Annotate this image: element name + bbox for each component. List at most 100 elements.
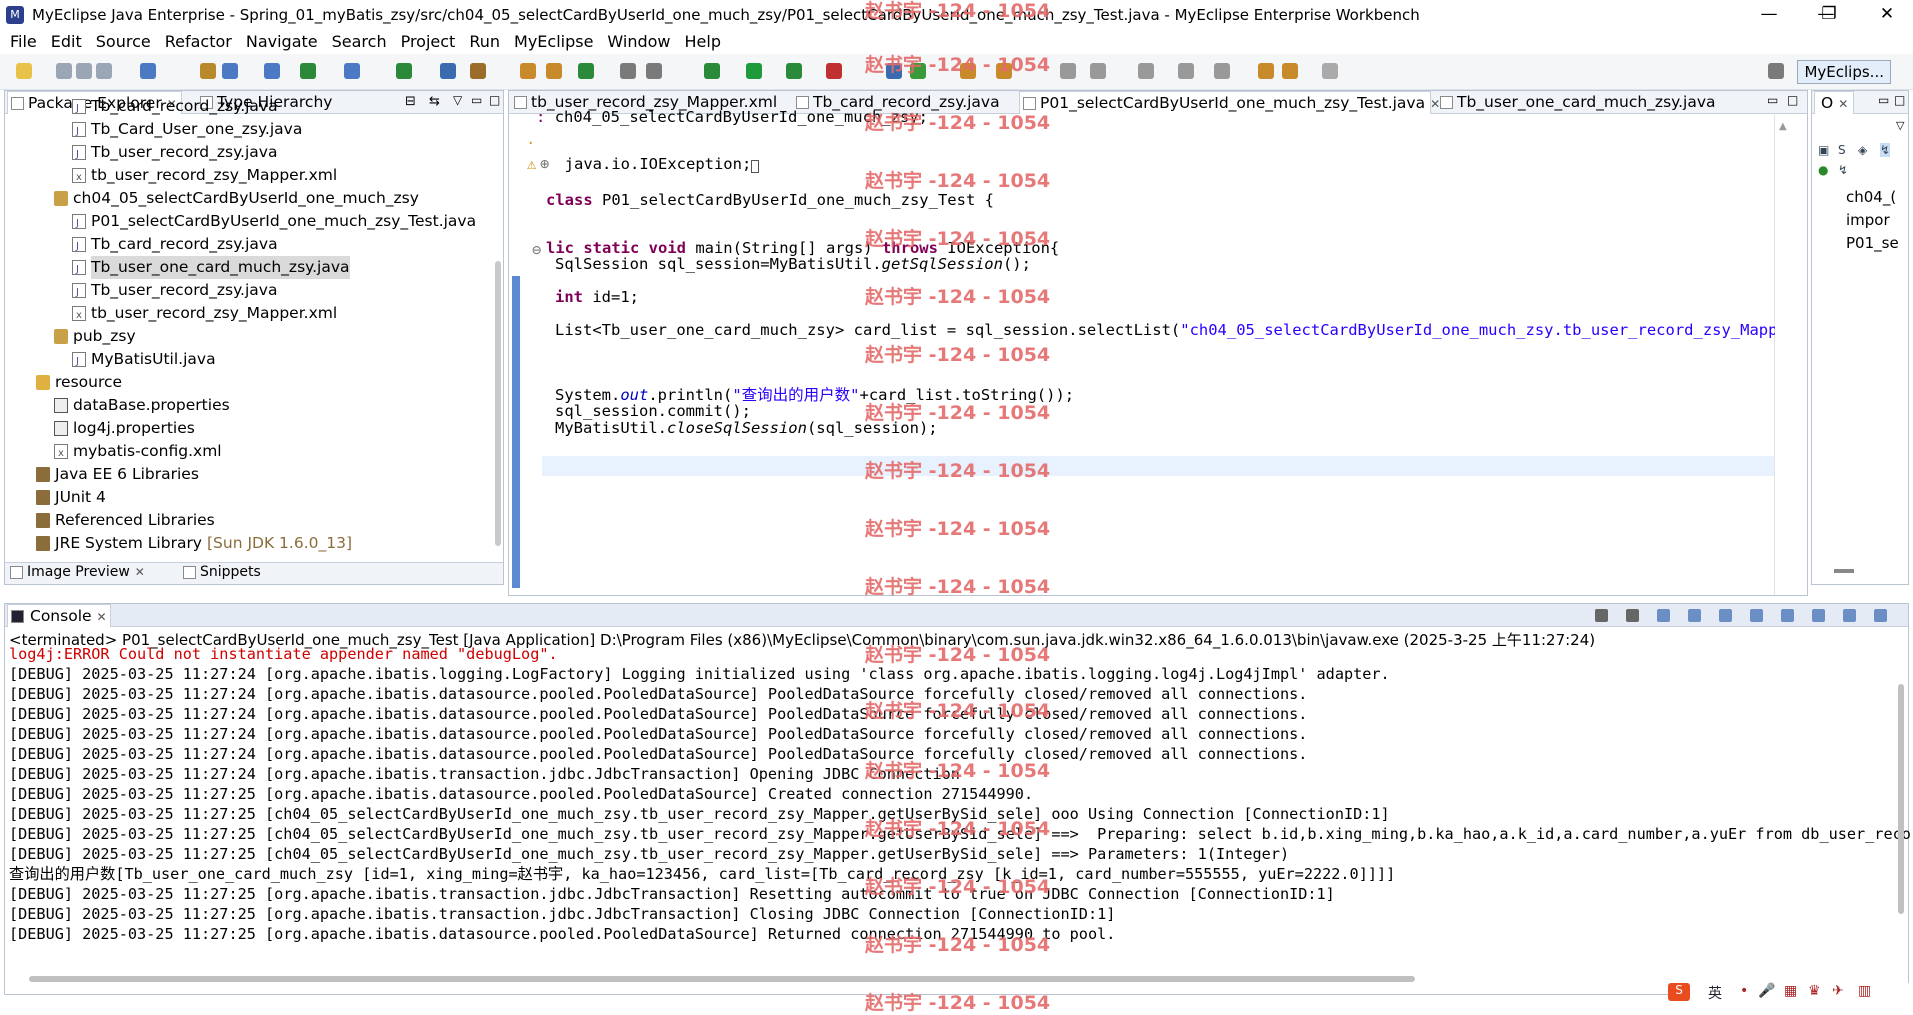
open-task-icon[interactable] bbox=[960, 63, 976, 79]
tree-item[interactable]: Tb_user_record_zsy.java bbox=[72, 279, 277, 304]
minimize-editor-icon[interactable]: ▭ bbox=[1767, 93, 1778, 107]
tree-item[interactable]: Tb_card_record_zsy.java bbox=[72, 233, 278, 258]
tree-item[interactable]: MyBatisUtil.java bbox=[72, 348, 216, 373]
tree-item[interactable]: P01_selectCardByUserId_one_much_zsy_Test… bbox=[72, 210, 476, 235]
hide-nonpublic-icon[interactable]: ◈ bbox=[1858, 143, 1867, 157]
menu-refactor[interactable]: Refactor bbox=[165, 32, 232, 51]
hide-static-icon[interactable]: S bbox=[1838, 143, 1846, 157]
open-type-icon[interactable] bbox=[200, 63, 216, 79]
print-icon[interactable] bbox=[96, 63, 112, 79]
deploy-icon[interactable] bbox=[396, 63, 412, 79]
back-icon[interactable] bbox=[1282, 63, 1298, 79]
pin-icon[interactable] bbox=[1138, 63, 1154, 79]
maximize-editor-icon[interactable]: □ bbox=[1787, 93, 1798, 107]
keyboard-icon[interactable]: ▦ bbox=[1784, 983, 1797, 999]
run-icon[interactable] bbox=[746, 63, 762, 79]
menu-file[interactable]: File bbox=[10, 32, 37, 51]
ime-language-label[interactable]: 英 bbox=[1708, 983, 1722, 1003]
perspective-myeclipse-button[interactable]: MyEclips... bbox=[1797, 60, 1891, 84]
prev-annotation-icon[interactable] bbox=[1214, 63, 1230, 79]
minimize-view-icon[interactable]: ▭ bbox=[471, 93, 482, 107]
outline-item[interactable]: impor bbox=[1846, 211, 1908, 229]
link-icon[interactable]: ↯ bbox=[1838, 163, 1848, 177]
perspective-open-icon[interactable] bbox=[1768, 63, 1784, 79]
save-all-icon[interactable] bbox=[76, 63, 92, 79]
menu-project[interactable]: Project bbox=[401, 32, 456, 51]
menu-icon[interactable]: ▥ bbox=[1858, 983, 1871, 999]
menu-edit[interactable]: Edit bbox=[51, 32, 82, 51]
fold-collapse-icon[interactable]: ⊖ bbox=[532, 240, 541, 260]
menu-source[interactable]: Source bbox=[96, 32, 151, 51]
new-package-icon[interactable] bbox=[546, 63, 562, 79]
save-icon[interactable] bbox=[56, 63, 72, 79]
tree-item[interactable]: Tb_user_one_card_much_zsy.java bbox=[72, 256, 350, 281]
tree-item[interactable]: resource bbox=[36, 371, 122, 394]
maximize-view-icon[interactable]: □ bbox=[489, 93, 500, 107]
menu-help[interactable]: Help bbox=[685, 32, 721, 51]
tree-item[interactable]: ch04_05_selectCardByUserId_one_much_zsy bbox=[54, 187, 419, 210]
display-console-icon[interactable] bbox=[1781, 609, 1794, 622]
close-button[interactable]: ✕ bbox=[1858, 0, 1913, 29]
editor-overview-ruler[interactable] bbox=[1774, 115, 1798, 595]
tree-item[interactable]: pub_zsy bbox=[54, 325, 136, 348]
menu-myeclipse[interactable]: MyEclipse bbox=[514, 32, 593, 51]
close-icon[interactable]: ✕ bbox=[97, 610, 107, 624]
open-resource-icon[interactable] bbox=[222, 63, 238, 79]
tab-outline[interactable]: O ✕ bbox=[1814, 91, 1854, 114]
maximize-button[interactable]: ❐ bbox=[1800, 0, 1858, 29]
console-horizontal-scrollbar[interactable] bbox=[29, 976, 1415, 982]
tab-console[interactable]: Console ✕ bbox=[7, 604, 111, 627]
search-icon[interactable] bbox=[264, 63, 280, 79]
punctuation-icon[interactable]: • bbox=[1740, 983, 1748, 999]
maximize-view-icon[interactable]: □ bbox=[1894, 93, 1905, 107]
coverage-icon[interactable] bbox=[786, 63, 802, 79]
new-icon[interactable] bbox=[16, 63, 32, 79]
tree-item[interactable]: log4j.properties bbox=[54, 417, 195, 440]
tree-item[interactable]: tb_user_record_zsy_Mapper.xml bbox=[72, 164, 337, 189]
view-menu-icon[interactable]: ▽ bbox=[453, 93, 462, 107]
tree-item[interactable]: Tb_card_record_zsy.java bbox=[72, 95, 278, 120]
word-wrap-icon[interactable] bbox=[1719, 609, 1732, 622]
web-icon[interactable] bbox=[996, 63, 1012, 79]
minimize-view-icon[interactable]: ▭ bbox=[1878, 93, 1889, 107]
outline-item[interactable]: ch04_( bbox=[1846, 188, 1908, 206]
next-annotation-icon[interactable] bbox=[1178, 63, 1194, 79]
remove-all-icon[interactable] bbox=[1657, 609, 1670, 622]
link-editor-icon[interactable]: ⇆ bbox=[429, 94, 440, 109]
tree-item[interactable]: JUnit 4 bbox=[36, 486, 106, 509]
new-java-project-icon[interactable] bbox=[520, 63, 536, 79]
tree-item[interactable]: dataBase.properties bbox=[54, 394, 230, 417]
tab-image-preview[interactable]: Image Preview ✕ bbox=[7, 561, 167, 584]
console-vertical-scrollbar[interactable] bbox=[1898, 684, 1904, 914]
tab-snippets[interactable]: Snippets bbox=[180, 561, 290, 584]
close-icon[interactable]: ✕ bbox=[1838, 97, 1848, 111]
refresh-icon[interactable] bbox=[910, 63, 926, 79]
tree-item[interactable]: mybatis-config.xml bbox=[54, 440, 222, 465]
tree-item[interactable]: JRE System Library [Sun JDK 1.6.0_13] bbox=[36, 532, 352, 555]
maximize-view-icon[interactable] bbox=[1874, 609, 1887, 622]
last-edit-icon[interactable] bbox=[1258, 63, 1274, 79]
build-icon[interactable] bbox=[646, 63, 662, 79]
tree-item[interactable]: Referenced Libraries bbox=[36, 509, 215, 532]
minimize-view-icon[interactable] bbox=[1843, 609, 1856, 622]
collapse-all-icon[interactable]: ⊟ bbox=[405, 94, 416, 109]
menu-navigate[interactable]: Navigate bbox=[246, 32, 318, 51]
pin-console-icon[interactable] bbox=[1750, 609, 1763, 622]
new-wizard-icon[interactable] bbox=[140, 63, 156, 79]
debug-icon[interactable] bbox=[300, 63, 316, 79]
close-icon[interactable]: ✕ bbox=[135, 565, 145, 579]
menu-search[interactable]: Search bbox=[332, 32, 387, 51]
ime-logo-icon[interactable]: S bbox=[1668, 983, 1690, 1001]
tree-item[interactable]: Tb_user_record_zsy.java bbox=[72, 141, 277, 166]
server-icon[interactable] bbox=[344, 63, 360, 79]
open-perspective-icon[interactable] bbox=[620, 63, 636, 79]
focus-icon[interactable]: ● bbox=[1818, 163, 1828, 177]
menu-run[interactable]: Run bbox=[469, 32, 500, 51]
microphone-icon[interactable]: 🎤 bbox=[1758, 983, 1775, 999]
explorer-scrollbar[interactable] bbox=[495, 261, 501, 546]
tree-item[interactable]: Java EE 6 Libraries bbox=[36, 463, 199, 486]
tools-icon[interactable] bbox=[470, 63, 486, 79]
new-class-icon[interactable] bbox=[578, 63, 594, 79]
skin-icon[interactable]: ♛ bbox=[1808, 983, 1821, 999]
external-tools-icon[interactable] bbox=[826, 63, 842, 79]
